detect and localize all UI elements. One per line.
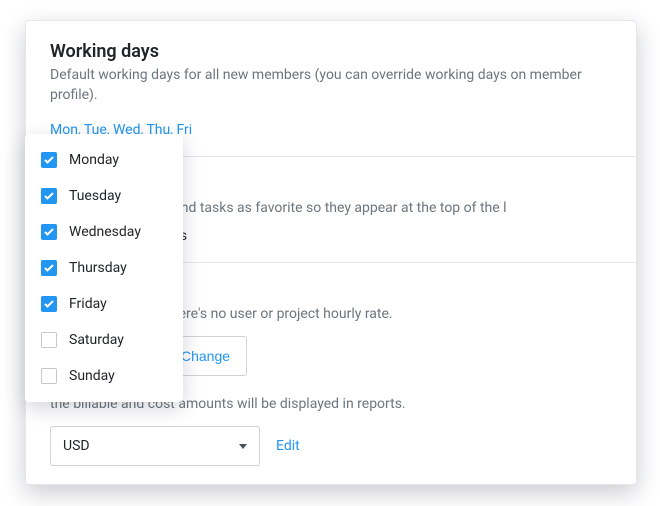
- chevron-down-icon: [239, 444, 247, 449]
- currency-edit-link[interactable]: Edit: [276, 438, 300, 454]
- currency-select[interactable]: USD: [50, 426, 260, 466]
- currency-selected-value: USD: [63, 438, 90, 454]
- day-label: Thursday: [69, 260, 127, 276]
- day-label: Monday: [69, 152, 119, 168]
- day-option[interactable]: Thursday: [25, 250, 183, 286]
- day-checkbox[interactable]: [41, 260, 57, 276]
- day-option[interactable]: Sunday: [25, 358, 183, 394]
- day-checkbox[interactable]: [41, 332, 57, 348]
- day-label: Sunday: [69, 368, 115, 384]
- day-option[interactable]: Friday: [25, 286, 183, 322]
- day-option[interactable]: Monday: [25, 142, 183, 178]
- working-days-title: Working days: [50, 41, 612, 62]
- day-label: Wednesday: [69, 224, 141, 240]
- day-label: Friday: [69, 296, 107, 312]
- day-option[interactable]: Saturday: [25, 322, 183, 358]
- day-checkbox[interactable]: [41, 368, 57, 384]
- day-checkbox[interactable]: [41, 188, 57, 204]
- day-checkbox[interactable]: [41, 296, 57, 312]
- day-checkbox[interactable]: [41, 152, 57, 168]
- day-label: Tuesday: [69, 188, 121, 204]
- working-days-desc: Default working days for all new members…: [50, 66, 612, 105]
- day-checkbox[interactable]: [41, 224, 57, 240]
- day-option[interactable]: Wednesday: [25, 214, 183, 250]
- day-option[interactable]: Tuesday: [25, 178, 183, 214]
- working-days-dropdown[interactable]: Monday Tuesday Wednesday Thursday Friday Satu…: [25, 134, 183, 402]
- day-label: Saturday: [69, 332, 124, 348]
